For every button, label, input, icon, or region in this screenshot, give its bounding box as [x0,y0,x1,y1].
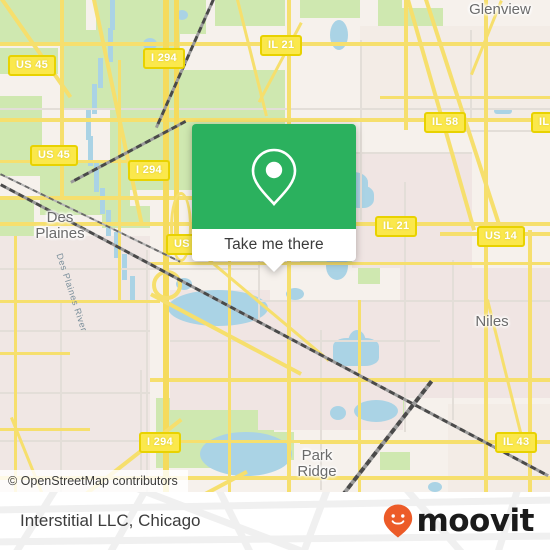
location-title: Interstitial LLC, Chicago [20,511,201,530]
map-area-park [215,0,285,26]
map-city-label: Des Plaines [35,209,85,242]
moovit-smiley-pin-icon [384,504,413,538]
location-pin-icon [251,148,297,206]
map-shield-il21[interactable]: IL 21 [260,35,303,56]
map-area-residential [0,236,150,492]
map-city-label: Park Ridge [297,447,337,480]
map-water [428,482,442,492]
map-shield-us45[interactable]: US 45 [8,55,57,76]
map-river [98,58,103,88]
map-screenshot-page: Glenview Des Plaines Niles Park Ridge De… [0,0,550,550]
map-river [92,84,97,114]
map-road-minor [0,108,550,110]
map-road-minor [146,250,148,492]
footer-bar: Interstitial LLC, Chicago moovit [0,492,550,550]
map-shield-il58-edge[interactable]: IL 5 [531,112,550,133]
map-shield-i294[interactable]: I 294 [143,48,185,69]
map-road-minor [452,260,454,420]
map-road-minor [60,300,62,492]
moovit-brand[interactable]: moovit [383,504,534,538]
map-road-minor [360,40,362,220]
map-river [110,0,115,30]
map-road-arterial [118,60,121,300]
map-city-label: Niles [475,313,509,330]
map-road-arterial [14,236,17,492]
map-road-arterial [358,300,361,492]
map-road-minor [0,330,150,332]
callout-icon-panel [192,124,356,229]
map-area-park [380,452,410,470]
map-shield-i294[interactable]: I 294 [128,160,170,181]
map-shield-i294[interactable]: I 294 [139,432,181,453]
map-area-park [300,0,360,18]
map-road-arterial [0,352,70,355]
map-shield-us45[interactable]: US 45 [30,145,79,166]
map-road-minor [0,392,150,394]
callout-action-panel[interactable]: Take me there [192,229,356,272]
map-city-label: Glenview [469,1,531,18]
map-road-arterial [150,378,550,382]
map-shield-il43[interactable]: IL 43 [495,432,538,453]
moovit-wordmark: moovit [416,502,534,539]
take-me-there-label: Take me there [224,236,324,253]
map-road-arterial [60,0,64,200]
map-shield-us14[interactable]: US 14 [477,226,526,247]
map-river [122,254,127,280]
map-shield-il58[interactable]: IL 58 [424,112,467,133]
map-road-arterial [160,440,320,443]
map-shield-il21[interactable]: IL 21 [375,216,418,237]
map-river [100,188,105,214]
map-attribution[interactable]: © OpenStreetMap contributors [0,470,188,492]
destination-callout-card[interactable]: Take me there [192,124,356,272]
map-water [330,406,346,420]
map-road-arterial [404,0,408,130]
map-river [130,276,135,302]
map-water [333,338,379,366]
callout-pointer [263,261,285,272]
